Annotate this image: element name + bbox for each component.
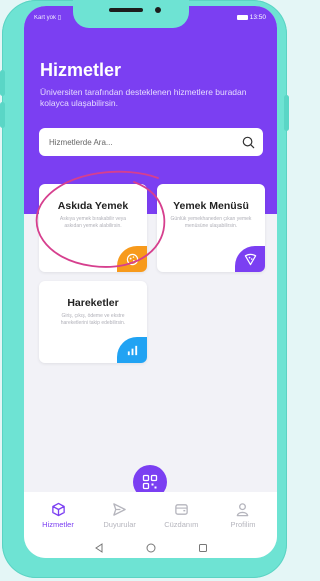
bar-chart-icon: [117, 337, 147, 363]
recents-icon[interactable]: [198, 543, 208, 553]
phone-frame: Kart yok ▯ 13:50 Hizmetler Üniversiten t…: [0, 0, 289, 578]
pizza-icon: [235, 246, 265, 272]
volume-button: [0, 102, 5, 128]
nav-item-profilim[interactable]: Profilim: [217, 501, 269, 529]
search-input[interactable]: [47, 136, 221, 148]
card-description: Giriş, çıkış, ödeme ve ekstre hareketler…: [60, 313, 126, 326]
nav-item-cuzdanim[interactable]: Cüzdanım: [155, 501, 207, 529]
cube-icon: [51, 502, 65, 516]
header: Kart yok ▯ 13:50 Hizmetler Üniversiten t…: [24, 6, 277, 214]
nav-item-hizmetler[interactable]: Hizmetler: [32, 501, 84, 529]
power-button: [284, 95, 289, 131]
phone-notch: [73, 0, 189, 28]
app-screen: Kart yok ▯ 13:50 Hizmetler Üniversiten t…: [24, 6, 277, 558]
front-camera: [155, 7, 161, 13]
volume-button: [0, 70, 5, 96]
search-icon[interactable]: [242, 136, 255, 149]
card-description: Askıya yemek bırakabilir veya askıdan ye…: [59, 216, 127, 229]
status-time: 13:50: [249, 14, 266, 21]
service-card-hareketler[interactable]: Hareketler Giriş, çıkış, ödeme ve ekstre…: [39, 281, 147, 363]
service-card-yemek-menusu[interactable]: Yemek Menüsü Günlük yemekhaneden çıkan y…: [157, 184, 265, 272]
system-nav-bar: [24, 543, 277, 553]
card-title: Yemek Menüsü: [173, 200, 249, 212]
nav-label: Cüzdanım: [164, 520, 199, 529]
nav-label: Hizmetler: [42, 520, 74, 529]
page-title: Hizmetler: [40, 60, 122, 80]
nav-label: Profilim: [230, 520, 256, 529]
qr-code-icon: [142, 474, 158, 490]
sim-icon: ▯: [57, 15, 61, 21]
card-description: Günlük yemekhaneden çıkan yemek menüsüne…: [170, 216, 252, 229]
page-subtitle: Üniversiten tarafından desteklenen hizme…: [40, 87, 247, 108]
status-right: 13:50: [236, 14, 266, 21]
card-title: Hareketler: [67, 297, 119, 309]
nav-item-duyurular[interactable]: Duyurular: [94, 501, 146, 529]
search-bar[interactable]: [39, 128, 263, 156]
status-carrier: Kart yok ▯: [34, 15, 61, 21]
wallet-icon: [175, 503, 188, 515]
speaker: [109, 8, 143, 12]
card-title: Askıda Yemek: [57, 200, 129, 212]
cookie-icon: [117, 246, 147, 272]
battery-icon: [236, 15, 248, 20]
service-card-askida-yemek[interactable]: Askıda Yemek Askıya yemek bırakabilir ve…: [39, 184, 147, 272]
send-icon: [113, 502, 126, 516]
back-icon[interactable]: [94, 543, 104, 553]
home-icon[interactable]: [146, 543, 156, 553]
user-icon: [237, 502, 249, 516]
nav-label: Duyurular: [103, 520, 136, 529]
